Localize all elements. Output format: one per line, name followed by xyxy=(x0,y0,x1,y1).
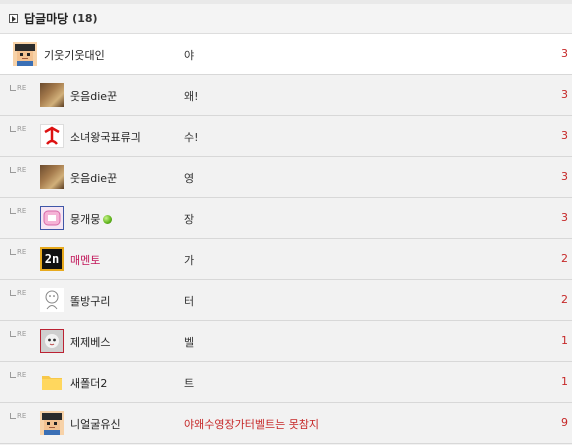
author-name[interactable]: 웃음die꾼 xyxy=(70,170,117,186)
sketch-avatar[interactable] xyxy=(40,288,64,312)
board-title: 답글마당 xyxy=(24,12,69,26)
reply-number: 2 xyxy=(561,293,568,306)
reply-number: 2 xyxy=(561,252,568,265)
reply-arrow-icon: RE xyxy=(10,413,26,420)
folder-icon xyxy=(42,376,62,390)
pink-sticker-icon xyxy=(43,210,61,226)
author-name[interactable]: 소녀왕국표류긔 xyxy=(70,129,141,145)
author-name[interactable]: 웃음die꾼 xyxy=(70,88,117,104)
pixel-character-avatar[interactable] xyxy=(13,42,37,66)
list-item[interactable]: RE 소녀왕국표류긔 수! 3 xyxy=(0,116,572,157)
red-figure-avatar[interactable] xyxy=(40,124,64,148)
reply-arrow-icon: RE xyxy=(10,167,26,174)
reply-count: (18) xyxy=(72,12,98,25)
doll-face-icon xyxy=(41,330,63,352)
author-name[interactable]: 기웃기웃대인 xyxy=(44,47,105,63)
reply-number: 3 xyxy=(561,211,568,224)
2n-logo-avatar[interactable]: 2n xyxy=(40,247,64,271)
list-item[interactable]: RE 웃음die꾼 왜! 3 xyxy=(0,75,572,116)
list-item[interactable]: RE 뭉개뭉 장 3 xyxy=(0,198,572,239)
reply-number: 3 xyxy=(561,88,568,101)
reply-message: 영 xyxy=(184,172,195,185)
reply-number: 1 xyxy=(561,375,568,388)
list-item[interactable]: 기웃기웃대인 야 3 xyxy=(0,34,572,75)
reply-number: 9 xyxy=(561,416,568,429)
reply-arrow-icon: RE xyxy=(10,126,26,133)
folder-avatar[interactable] xyxy=(40,370,64,394)
pixel-character-avatar[interactable] xyxy=(40,411,64,435)
reply-number: 1 xyxy=(561,334,568,347)
reply-arrow-icon: RE xyxy=(10,85,26,92)
reply-arrow-icon: RE xyxy=(10,331,26,338)
pixel-character-icon xyxy=(40,411,64,435)
author-name[interactable]: 매멘토 xyxy=(70,252,100,268)
author-name[interactable]: 똘방구리 xyxy=(70,293,110,309)
author-name[interactable]: 니얼굴유신 xyxy=(70,416,121,432)
reply-message: 터 xyxy=(184,295,195,308)
reply-message: 가 xyxy=(184,254,195,267)
red-figure-icon xyxy=(44,126,60,145)
reply-message: 벨 xyxy=(184,336,195,349)
reply-board-header[interactable]: 답글마당 (18) xyxy=(0,4,572,34)
reply-number: 3 xyxy=(561,47,568,60)
doll-face-avatar[interactable] xyxy=(40,329,64,353)
author-name[interactable]: 새폴더2 xyxy=(70,375,107,391)
reply-arrow-icon: RE xyxy=(10,249,26,256)
reply-message: 야왜수영장가터벨트는 못참지 xyxy=(184,418,320,431)
list-item[interactable]: RE 제제베스 벨 1 xyxy=(0,321,572,362)
reply-message: 트 xyxy=(184,377,195,390)
list-item[interactable]: RE 똘방구리 터 2 xyxy=(0,280,572,321)
reply-message: 야 xyxy=(184,49,195,62)
expand-toggle-icon[interactable] xyxy=(9,14,18,23)
reply-message: 수! xyxy=(184,131,199,144)
author-name[interactable]: 뭉개뭉 xyxy=(70,211,113,227)
list-item[interactable]: RE 니얼굴유신 야왜수영장가터벨트는 못참지 9 xyxy=(0,403,572,444)
pixel-character-icon xyxy=(13,42,37,66)
photo-avatar[interactable] xyxy=(40,83,64,107)
author-name[interactable]: 제제베스 xyxy=(70,334,110,350)
list-item[interactable]: RE 웃음die꾼 영 3 xyxy=(0,157,572,198)
sketch-figure-icon xyxy=(45,290,59,310)
reply-arrow-icon: RE xyxy=(10,208,26,215)
photo-avatar[interactable] xyxy=(40,165,64,189)
reply-number: 3 xyxy=(561,129,568,142)
reply-list: 기웃기웃대인 야 3 RE 웃음die꾼 왜! 3 RE 소녀왕국표류긔 수! xyxy=(0,34,572,444)
list-item[interactable]: RE 새폴더2 트 1 xyxy=(0,362,572,403)
pink-sticker-avatar[interactable] xyxy=(40,206,64,230)
list-item[interactable]: RE 2n 매멘토 가 2 xyxy=(0,239,572,280)
reply-number: 3 xyxy=(561,170,568,183)
reply-message: 왜! xyxy=(184,90,199,103)
online-status-icon xyxy=(103,215,113,224)
reply-message: 장 xyxy=(184,213,195,226)
reply-board: 답글마당 (18) 기웃기웃대인 야 3 RE 웃음die꾼 왜! 3 RE 소… xyxy=(0,0,572,445)
reply-arrow-icon: RE xyxy=(10,290,26,297)
reply-arrow-icon: RE xyxy=(10,372,26,379)
